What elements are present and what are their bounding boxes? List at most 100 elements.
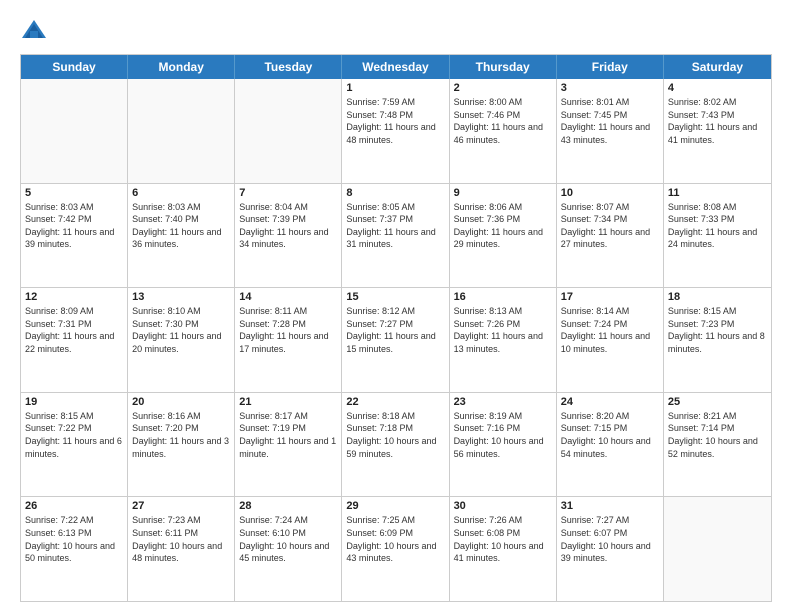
- calendar-day-4: 4 Sunrise: 8:02 AM Sunset: 7:43 PM Daylig…: [664, 79, 771, 183]
- calendar-day-7: 7 Sunrise: 8:04 AM Sunset: 7:39 PM Daylig…: [235, 184, 342, 288]
- day-number: 8: [346, 187, 444, 199]
- calendar-day-29: 29 Sunrise: 7:25 AM Sunset: 6:09 PM Dayli…: [342, 497, 449, 601]
- day-number: 22: [346, 396, 444, 408]
- calendar-day-11: 11 Sunrise: 8:08 AM Sunset: 7:33 PM Dayli…: [664, 184, 771, 288]
- day-number: 4: [668, 82, 767, 94]
- day-number: 17: [561, 291, 659, 303]
- day-info: Sunrise: 8:14 AM Sunset: 7:24 PM Dayligh…: [561, 305, 659, 355]
- calendar-day-2: 2 Sunrise: 8:00 AM Sunset: 7:46 PM Daylig…: [450, 79, 557, 183]
- logo: [20, 16, 52, 44]
- calendar-day-empty: [21, 79, 128, 183]
- calendar-day-22: 22 Sunrise: 8:18 AM Sunset: 7:18 PM Dayli…: [342, 393, 449, 497]
- day-info: Sunrise: 8:18 AM Sunset: 7:18 PM Dayligh…: [346, 410, 444, 460]
- calendar-day-18: 18Sunrise: 8:15 AM Sunset: 7:23 PM Dayli…: [664, 288, 771, 392]
- calendar-day-5: 5 Sunrise: 8:03 AM Sunset: 7:42 PM Daylig…: [21, 184, 128, 288]
- day-info: Sunrise: 8:00 AM Sunset: 7:46 PM Dayligh…: [454, 96, 552, 146]
- day-number: 20: [132, 396, 230, 408]
- calendar-day-21: 21 Sunrise: 8:17 AM Sunset: 7:19 PM Dayli…: [235, 393, 342, 497]
- day-number: 11: [668, 187, 767, 199]
- day-number: 5: [25, 187, 123, 199]
- calendar-day-28: 28 Sunrise: 7:24 AM Sunset: 6:10 PM Dayli…: [235, 497, 342, 601]
- calendar-header-row: SundayMondayTuesdayWednesdayThursdayFrid…: [21, 55, 771, 79]
- calendar-day-10: 10 Sunrise: 8:07 AM Sunset: 7:34 PM Dayli…: [557, 184, 664, 288]
- day-number: 3: [561, 82, 659, 94]
- calendar-day-25: 25 Sunrise: 8:21 AM Sunset: 7:14 PM Dayli…: [664, 393, 771, 497]
- day-info: Sunrise: 8:06 AM Sunset: 7:36 PM Dayligh…: [454, 201, 552, 251]
- day-info: Sunrise: 8:10 AM Sunset: 7:30 PM Dayligh…: [132, 305, 230, 355]
- day-info: Sunrise: 7:27 AM Sunset: 6:07 PM Dayligh…: [561, 514, 659, 564]
- day-number: 19: [25, 396, 123, 408]
- day-number: 24: [561, 396, 659, 408]
- calendar-day-24: 24 Sunrise: 8:20 AM Sunset: 7:15 PM Dayli…: [557, 393, 664, 497]
- day-info: Sunrise: 8:12 AM Sunset: 7:27 PM Dayligh…: [346, 305, 444, 355]
- calendar-day-9: 9 Sunrise: 8:06 AM Sunset: 7:36 PM Daylig…: [450, 184, 557, 288]
- day-info: Sunrise: 8:15 AM Sunset: 7:23 PM Dayligh…: [668, 305, 767, 355]
- day-number: 16: [454, 291, 552, 303]
- day-number: 2: [454, 82, 552, 94]
- calendar-day-8: 8Sunrise: 8:05 AM Sunset: 7:37 PM Daylig…: [342, 184, 449, 288]
- weekday-header-thursday: Thursday: [450, 55, 557, 79]
- calendar-day-27: 27 Sunrise: 7:23 AM Sunset: 6:11 PM Dayli…: [128, 497, 235, 601]
- day-number: 7: [239, 187, 337, 199]
- day-number: 28: [239, 500, 337, 512]
- calendar-day-6: 6Sunrise: 8:03 AM Sunset: 7:40 PM Daylig…: [128, 184, 235, 288]
- calendar-day-30: 30 Sunrise: 7:26 AM Sunset: 6:08 PM Dayli…: [450, 497, 557, 601]
- calendar-day-19: 19 Sunrise: 8:15 AM Sunset: 7:22 PM Dayli…: [21, 393, 128, 497]
- calendar-day-12: 12Sunrise: 8:09 AM Sunset: 7:31 PM Dayli…: [21, 288, 128, 392]
- calendar-body: 1 Sunrise: 7:59 AM Sunset: 7:48 PM Daylig…: [21, 79, 771, 601]
- day-info: Sunrise: 8:01 AM Sunset: 7:45 PM Dayligh…: [561, 96, 659, 146]
- day-info: Sunrise: 8:15 AM Sunset: 7:22 PM Dayligh…: [25, 410, 123, 460]
- weekday-header-monday: Monday: [128, 55, 235, 79]
- day-number: 10: [561, 187, 659, 199]
- calendar-week-5: 26 Sunrise: 7:22 AM Sunset: 6:13 PM Dayli…: [21, 496, 771, 601]
- day-info: Sunrise: 7:23 AM Sunset: 6:11 PM Dayligh…: [132, 514, 230, 564]
- day-info: Sunrise: 8:13 AM Sunset: 7:26 PM Dayligh…: [454, 305, 552, 355]
- day-info: Sunrise: 8:09 AM Sunset: 7:31 PM Dayligh…: [25, 305, 123, 355]
- day-info: Sunrise: 7:24 AM Sunset: 6:10 PM Dayligh…: [239, 514, 337, 564]
- day-number: 23: [454, 396, 552, 408]
- day-info: Sunrise: 8:08 AM Sunset: 7:33 PM Dayligh…: [668, 201, 767, 251]
- calendar-day-empty: [128, 79, 235, 183]
- day-number: 6: [132, 187, 230, 199]
- day-number: 21: [239, 396, 337, 408]
- day-number: 29: [346, 500, 444, 512]
- calendar-week-4: 19 Sunrise: 8:15 AM Sunset: 7:22 PM Dayli…: [21, 392, 771, 497]
- day-info: Sunrise: 8:21 AM Sunset: 7:14 PM Dayligh…: [668, 410, 767, 460]
- day-info: Sunrise: 7:59 AM Sunset: 7:48 PM Dayligh…: [346, 96, 444, 146]
- calendar-day-1: 1 Sunrise: 7:59 AM Sunset: 7:48 PM Daylig…: [342, 79, 449, 183]
- calendar-day-empty: [235, 79, 342, 183]
- day-info: Sunrise: 8:02 AM Sunset: 7:43 PM Dayligh…: [668, 96, 767, 146]
- calendar-day-13: 13 Sunrise: 8:10 AM Sunset: 7:30 PM Dayli…: [128, 288, 235, 392]
- calendar-week-3: 12Sunrise: 8:09 AM Sunset: 7:31 PM Dayli…: [21, 287, 771, 392]
- weekday-header-wednesday: Wednesday: [342, 55, 449, 79]
- day-info: Sunrise: 7:22 AM Sunset: 6:13 PM Dayligh…: [25, 514, 123, 564]
- logo-icon: [20, 16, 48, 44]
- day-number: 25: [668, 396, 767, 408]
- day-info: Sunrise: 8:17 AM Sunset: 7:19 PM Dayligh…: [239, 410, 337, 460]
- calendar-week-2: 5 Sunrise: 8:03 AM Sunset: 7:42 PM Daylig…: [21, 183, 771, 288]
- weekday-header-saturday: Saturday: [664, 55, 771, 79]
- calendar: SundayMondayTuesdayWednesdayThursdayFrid…: [20, 54, 772, 602]
- day-info: Sunrise: 8:20 AM Sunset: 7:15 PM Dayligh…: [561, 410, 659, 460]
- day-info: Sunrise: 8:16 AM Sunset: 7:20 PM Dayligh…: [132, 410, 230, 460]
- calendar-day-20: 20 Sunrise: 8:16 AM Sunset: 7:20 PM Dayli…: [128, 393, 235, 497]
- calendar-day-14: 14 Sunrise: 8:11 AM Sunset: 7:28 PM Dayli…: [235, 288, 342, 392]
- day-info: Sunrise: 8:07 AM Sunset: 7:34 PM Dayligh…: [561, 201, 659, 251]
- day-number: 13: [132, 291, 230, 303]
- day-number: 26: [25, 500, 123, 512]
- calendar-week-1: 1 Sunrise: 7:59 AM Sunset: 7:48 PM Daylig…: [21, 79, 771, 183]
- day-info: Sunrise: 8:03 AM Sunset: 7:42 PM Dayligh…: [25, 201, 123, 251]
- page-header: [20, 16, 772, 44]
- day-info: Sunrise: 7:26 AM Sunset: 6:08 PM Dayligh…: [454, 514, 552, 564]
- day-number: 27: [132, 500, 230, 512]
- day-number: 14: [239, 291, 337, 303]
- day-info: Sunrise: 8:04 AM Sunset: 7:39 PM Dayligh…: [239, 201, 337, 251]
- day-number: 9: [454, 187, 552, 199]
- day-number: 30: [454, 500, 552, 512]
- day-info: Sunrise: 8:11 AM Sunset: 7:28 PM Dayligh…: [239, 305, 337, 355]
- day-info: Sunrise: 7:25 AM Sunset: 6:09 PM Dayligh…: [346, 514, 444, 564]
- day-number: 1: [346, 82, 444, 94]
- calendar-day-3: 3 Sunrise: 8:01 AM Sunset: 7:45 PM Daylig…: [557, 79, 664, 183]
- calendar-day-empty: [664, 497, 771, 601]
- calendar-day-17: 17 Sunrise: 8:14 AM Sunset: 7:24 PM Dayli…: [557, 288, 664, 392]
